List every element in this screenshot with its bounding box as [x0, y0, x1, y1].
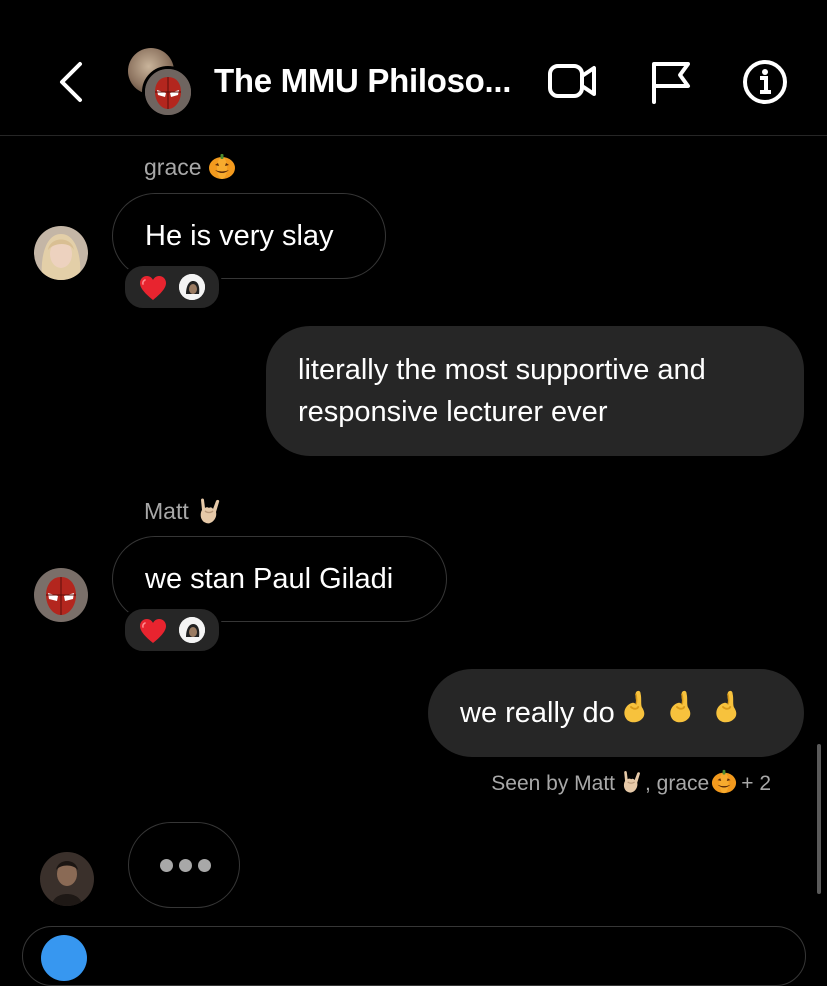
group-avatar[interactable]: [128, 48, 196, 118]
back-chevron-icon[interactable]: [52, 58, 92, 106]
message-composer[interactable]: [22, 926, 806, 986]
seen-receipt[interactable]: Seen by Matt , grace + 2: [491, 768, 771, 800]
flag-icon[interactable]: [646, 58, 698, 106]
red-heart-icon: [139, 275, 167, 306]
sign-of-the-horns-icon: [619, 768, 645, 800]
message-reactions[interactable]: [122, 606, 222, 654]
jack-o-lantern-icon: [208, 152, 236, 186]
message-bubble-outgoing[interactable]: literally the most supportive and respon…: [266, 326, 804, 456]
message-bubble-outgoing[interactable]: we really do: [428, 669, 804, 757]
message-reactions[interactable]: [122, 263, 222, 311]
typing-dot: [160, 859, 173, 872]
avatar-matt[interactable]: [34, 568, 88, 622]
chat-header: The MMU Philoso...: [0, 0, 827, 136]
avatar-grace[interactable]: [34, 226, 88, 280]
scrollbar[interactable]: [817, 744, 821, 894]
jack-o-lantern-icon: [711, 768, 737, 800]
sender-name-matt: Matt: [144, 495, 225, 531]
red-heart-icon: [139, 618, 167, 649]
typing-indicator: [128, 822, 240, 908]
typing-dot: [179, 859, 192, 872]
chat-title[interactable]: The MMU Philoso...: [214, 62, 524, 100]
video-call-icon[interactable]: [546, 58, 598, 106]
member-avatar-front: [142, 66, 194, 118]
sign-of-the-horns-icon: [195, 495, 225, 531]
avatar-typing-user[interactable]: [40, 852, 94, 906]
reactor-avatar: [179, 274, 205, 300]
pinched-fingers-icon: [617, 689, 657, 737]
sender-name-grace: grace: [144, 152, 236, 186]
pinched-fingers-icon: [663, 689, 703, 737]
reactor-avatar: [179, 617, 205, 643]
pinched-fingers-icon: [709, 689, 749, 737]
typing-dot: [198, 859, 211, 872]
info-icon[interactable]: [740, 58, 792, 106]
camera-icon[interactable]: [41, 935, 87, 981]
